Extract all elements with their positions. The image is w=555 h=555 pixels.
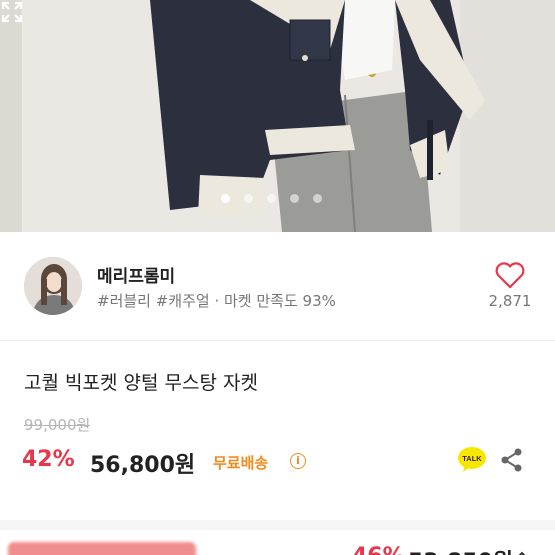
avatar-illustration xyxy=(24,257,82,315)
seller-tags: #러블리 #캐주얼 · 마켓 만족도 93% xyxy=(97,292,336,310)
bottom-price: 53,850원 xyxy=(408,544,513,555)
carousel-dots xyxy=(221,194,322,203)
product-title: 고퀄 빅포켓 양털 무스탕 자켓 xyxy=(24,372,258,394)
seller-name[interactable]: 메리프롬미 xyxy=(97,262,175,287)
like-count: 2,871 xyxy=(488,292,532,310)
discount-rate: 42% xyxy=(22,447,75,472)
expand-icon[interactable] xyxy=(0,0,24,24)
bottom-discount-rate: 46% xyxy=(352,544,405,555)
carousel-dot[interactable] xyxy=(267,194,276,203)
carousel-dot[interactable] xyxy=(221,194,230,203)
section-divider xyxy=(0,340,555,341)
product-image[interactable] xyxy=(0,0,555,232)
carousel-dot[interactable] xyxy=(313,194,322,203)
carousel-dot[interactable] xyxy=(290,194,299,203)
sale-price: 56,800원 xyxy=(90,453,196,478)
bottom-separator xyxy=(0,520,555,530)
heart-icon[interactable] xyxy=(490,260,530,290)
chevron-up-icon[interactable] xyxy=(513,547,531,555)
info-icon[interactable]: i xyxy=(290,453,306,469)
free-shipping-label: 무료배송 xyxy=(213,454,269,472)
bottom-option-bar[interactable]: 46% 53,850원 xyxy=(0,530,555,555)
seller-avatar[interactable] xyxy=(24,257,82,315)
carousel-dot[interactable] xyxy=(244,194,253,203)
blurred-label xyxy=(8,542,196,555)
share-icon[interactable] xyxy=(499,447,525,473)
talk-label: TALK xyxy=(462,454,482,463)
seller-section[interactable]: 메리프롬미 #러블리 #캐주얼 · 마켓 만족도 93% 2,871 xyxy=(0,232,555,340)
kakao-talk-button[interactable]: TALK xyxy=(457,446,487,474)
original-price: 99,000원 xyxy=(24,416,91,434)
